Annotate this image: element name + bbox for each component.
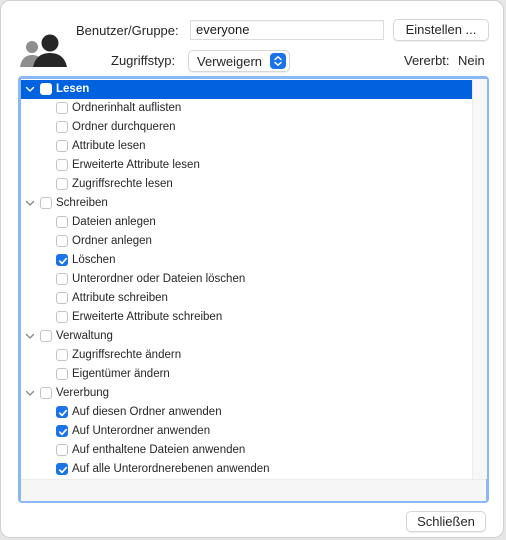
checkbox[interactable] bbox=[56, 216, 68, 228]
tree-item-label: Auf diesen Ordner anwenden bbox=[72, 406, 222, 418]
tree-item-label: Ordner anlegen bbox=[72, 235, 152, 247]
checkbox[interactable] bbox=[56, 121, 68, 133]
checkbox[interactable] bbox=[56, 178, 68, 190]
tree-group-row[interactable]: Vererbung bbox=[21, 384, 472, 403]
user-group-label: Benutzer/Gruppe: bbox=[76, 23, 179, 38]
tree-group-label: Lesen bbox=[56, 83, 90, 95]
tree-item-row[interactable]: Auf enthaltene Dateien anwenden bbox=[21, 441, 472, 460]
tree-item-row[interactable]: Eigentümer ändern bbox=[21, 365, 472, 384]
chevron-down-icon[interactable] bbox=[24, 83, 36, 95]
list-footer bbox=[21, 479, 486, 501]
inherited-label: Vererbt: bbox=[404, 53, 450, 68]
checkbox[interactable] bbox=[56, 102, 68, 114]
permissions-list: Lesen Ordnerinhalt auflisten Ordner durchq… bbox=[21, 79, 472, 479]
tree-group-row[interactable]: Verwaltung bbox=[21, 327, 472, 346]
up-down-chevron-icon bbox=[270, 53, 286, 69]
tree-item-label: Auf Unterordner anwenden bbox=[72, 425, 211, 437]
checkbox[interactable] bbox=[40, 330, 52, 342]
tree-item-row[interactable]: Unterordner oder Dateien löschen bbox=[21, 270, 472, 289]
checkbox[interactable] bbox=[56, 311, 68, 323]
checkbox[interactable] bbox=[56, 159, 68, 171]
tree-item-label: Zugriffsrechte ändern bbox=[72, 349, 182, 361]
tree-item-row[interactable]: Ordner durchqueren bbox=[21, 118, 472, 137]
tree-item-label: Auf alle Unterordnerebenen anwenden bbox=[72, 463, 270, 475]
checkbox[interactable] bbox=[56, 235, 68, 247]
tree-item-label: Attribute schreiben bbox=[72, 292, 168, 304]
inherited-value: Nein bbox=[458, 53, 485, 68]
tree-group-label: Schreiben bbox=[56, 197, 108, 209]
checkbox[interactable] bbox=[56, 140, 68, 152]
tree-item-label: Erweiterte Attribute lesen bbox=[72, 159, 200, 171]
checkbox[interactable] bbox=[40, 197, 52, 209]
tree-item-row[interactable]: Auf diesen Ordner anwenden bbox=[21, 403, 472, 422]
tree-item-row[interactable]: Auf Unterordner anwenden bbox=[21, 422, 472, 441]
tree-item-row[interactable]: Löschen bbox=[21, 251, 472, 270]
checkbox[interactable] bbox=[40, 387, 52, 399]
tree-item-label: Eigentümer ändern bbox=[72, 368, 170, 380]
checkbox[interactable] bbox=[56, 463, 68, 475]
access-type-value: Verweigern bbox=[197, 54, 263, 69]
checkbox[interactable] bbox=[56, 444, 68, 456]
tree-item-row[interactable]: Zugriffsrechte ändern bbox=[21, 346, 472, 365]
vertical-scrollbar[interactable] bbox=[472, 79, 487, 479]
tree-item-label: Attribute lesen bbox=[72, 140, 146, 152]
tree-item-label: Löschen bbox=[72, 254, 116, 266]
tree-item-label: Unterordner oder Dateien löschen bbox=[72, 273, 246, 285]
checkbox[interactable] bbox=[56, 273, 68, 285]
chevron-down-icon[interactable] bbox=[24, 330, 36, 342]
tree-item-row[interactable]: Attribute lesen bbox=[21, 137, 472, 156]
checkbox[interactable] bbox=[56, 425, 68, 437]
access-type-label: Zugriffstyp: bbox=[111, 53, 176, 68]
tree-item-label: Auf enthaltene Dateien anwenden bbox=[72, 444, 246, 456]
user-group-icon bbox=[20, 34, 67, 67]
close-button[interactable]: Schließen bbox=[406, 511, 486, 532]
tree-item-label: Ordnerinhalt auflisten bbox=[72, 102, 182, 114]
set-button[interactable]: Einstellen ... bbox=[393, 19, 489, 41]
checkbox[interactable] bbox=[56, 254, 68, 266]
tree-item-row[interactable]: Ordner anlegen bbox=[21, 232, 472, 251]
chevron-down-icon[interactable] bbox=[24, 387, 36, 399]
tree-item-label: Erweiterte Attribute schreiben bbox=[72, 311, 223, 323]
checkbox[interactable] bbox=[56, 292, 68, 304]
checkbox[interactable] bbox=[56, 406, 68, 418]
tree-item-row[interactable]: Attribute schreiben bbox=[21, 289, 472, 308]
user-group-field[interactable]: everyone bbox=[190, 20, 384, 40]
permissions-dialog: Benutzer/Gruppe: everyone Einstellen ...… bbox=[0, 0, 504, 538]
tree-group-label: Vererbung bbox=[56, 387, 110, 399]
tree-item-row[interactable]: Dateien anlegen bbox=[21, 213, 472, 232]
tree-item-label: Dateien anlegen bbox=[72, 216, 156, 228]
tree-item-row[interactable]: Auf alle Unterordnerebenen anwenden bbox=[21, 460, 472, 479]
tree-item-row[interactable]: Ordnerinhalt auflisten bbox=[21, 99, 472, 118]
tree-group-row[interactable]: Lesen bbox=[21, 80, 472, 99]
checkbox[interactable] bbox=[56, 349, 68, 361]
tree-item-row[interactable]: Erweiterte Attribute schreiben bbox=[21, 308, 472, 327]
tree-group-label: Verwaltung bbox=[56, 330, 113, 342]
checkbox[interactable] bbox=[56, 368, 68, 380]
tree-item-label: Zugriffsrechte lesen bbox=[72, 178, 173, 190]
access-type-popup[interactable]: Verweigern bbox=[188, 50, 290, 72]
checkbox[interactable] bbox=[40, 83, 52, 95]
tree-item-row[interactable]: Erweiterte Attribute lesen bbox=[21, 156, 472, 175]
tree-item-label: Ordner durchqueren bbox=[72, 121, 176, 133]
tree-group-row[interactable]: Schreiben bbox=[21, 194, 472, 213]
permissions-tree[interactable]: Lesen Ordnerinhalt auflisten Ordner durchq… bbox=[18, 76, 489, 503]
tree-item-row[interactable]: Zugriffsrechte lesen bbox=[21, 175, 472, 194]
chevron-down-icon[interactable] bbox=[24, 197, 36, 209]
